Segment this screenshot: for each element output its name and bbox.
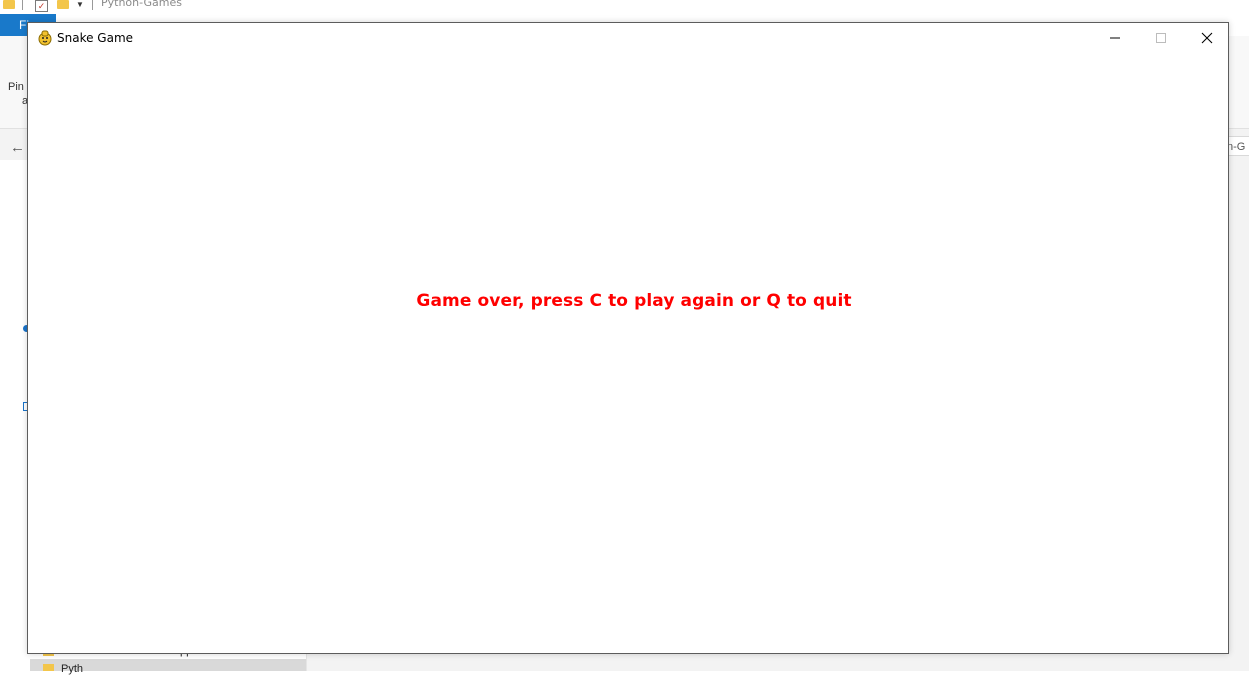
separator (92, 0, 93, 10)
window-titlebar[interactable]: Snake Game (28, 23, 1228, 53)
back-arrow-icon[interactable]: ← (10, 139, 25, 156)
separator (22, 0, 23, 10)
nav-item-label[interactable]: Pyth (61, 663, 83, 675)
window-title: Snake Game (57, 31, 134, 45)
minimize-icon (1110, 37, 1120, 39)
close-icon (1201, 32, 1213, 44)
maximize-icon (1156, 33, 1166, 43)
game-over-message: Game over, press C to play again or Q to… (416, 291, 852, 311)
explorer-titlebar: ✓ ▼ Python-Games (0, 0, 1249, 14)
close-button[interactable] (1184, 23, 1230, 53)
pygame-snake-icon (37, 30, 53, 46)
minimize-button[interactable] (1092, 23, 1138, 53)
customize-toolbar-chevron-icon[interactable]: ▼ (76, 0, 84, 9)
new-folder-icon[interactable] (57, 0, 69, 9)
maximize-button[interactable] (1138, 23, 1184, 53)
snake-game-window[interactable]: Snake Game Game over, press C to play ag… (27, 22, 1229, 654)
properties-check-icon[interactable]: ✓ (35, 0, 48, 12)
folder-icon (43, 664, 54, 671)
game-canvas[interactable]: Game over, press C to play again or Q to… (28, 53, 1228, 653)
explorer-title: Python-Games (101, 0, 182, 9)
pin-to-quick-access-label[interactable]: Pin (8, 81, 24, 93)
quick-access-folder-icon[interactable] (3, 0, 15, 9)
